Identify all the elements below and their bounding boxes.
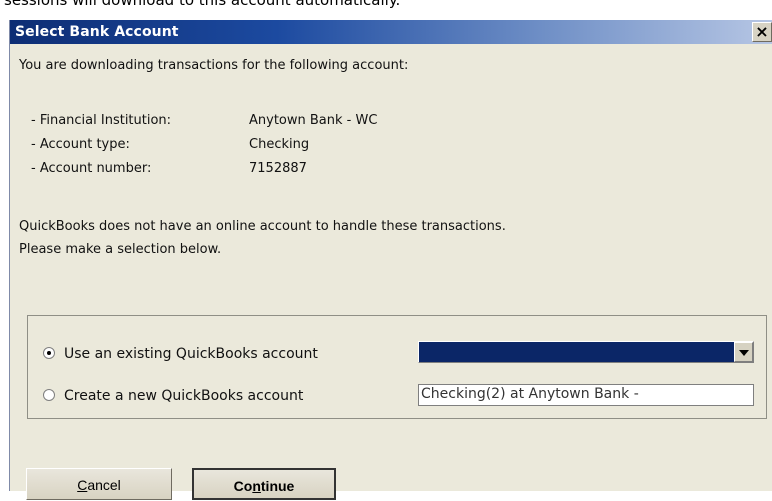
- close-icon[interactable]: ×: [752, 22, 772, 42]
- account-number-label: - Account number:: [31, 161, 152, 176]
- financial-institution-value: Anytown Bank - WC: [249, 113, 378, 128]
- background-caption: sessions will download to this account a…: [4, 0, 401, 9]
- cancel-button[interactable]: Cancel: [26, 468, 172, 500]
- existing-account-label: Use an existing QuickBooks account: [64, 346, 318, 362]
- info-message-line-2: Please make a selection below.: [19, 242, 222, 257]
- create-account-label: Create a new QuickBooks account: [64, 388, 304, 404]
- create-account-radio[interactable]: [43, 389, 55, 401]
- dialog-title: Select Bank Account: [15, 24, 179, 40]
- existing-account-radio[interactable]: [43, 347, 55, 359]
- info-message-line-1: QuickBooks does not have an online accou…: [19, 219, 506, 234]
- account-type-label: - Account type:: [31, 137, 130, 152]
- chevron-down-icon: [739, 350, 749, 356]
- account-selection-group: Use an existing QuickBooks account Creat…: [27, 315, 767, 419]
- dialog-content: You are downloading transactions for the…: [19, 44, 772, 500]
- financial-institution-label: - Financial Institution:: [31, 113, 172, 128]
- intro-text: You are downloading transactions for the…: [19, 58, 409, 73]
- titlebar: Select Bank Account ×: [10, 20, 772, 44]
- radio-selected-icon: [47, 351, 51, 355]
- account-number-value: 7152887: [249, 161, 307, 176]
- continue-button[interactable]: Continue: [192, 468, 336, 500]
- existing-account-dropdown[interactable]: [418, 341, 754, 363]
- new-account-name-field[interactable]: Checking(2) at Anytown Bank -: [418, 384, 754, 406]
- account-type-value: Checking: [249, 137, 310, 152]
- continue-mnemonic: n: [252, 478, 261, 494]
- dropdown-button[interactable]: [734, 342, 753, 362]
- continue-label-suffix: tinue: [260, 478, 295, 494]
- continue-label-prefix: Co: [233, 478, 253, 494]
- select-bank-account-dialog: Select Bank Account × You are downloadin…: [9, 20, 772, 500]
